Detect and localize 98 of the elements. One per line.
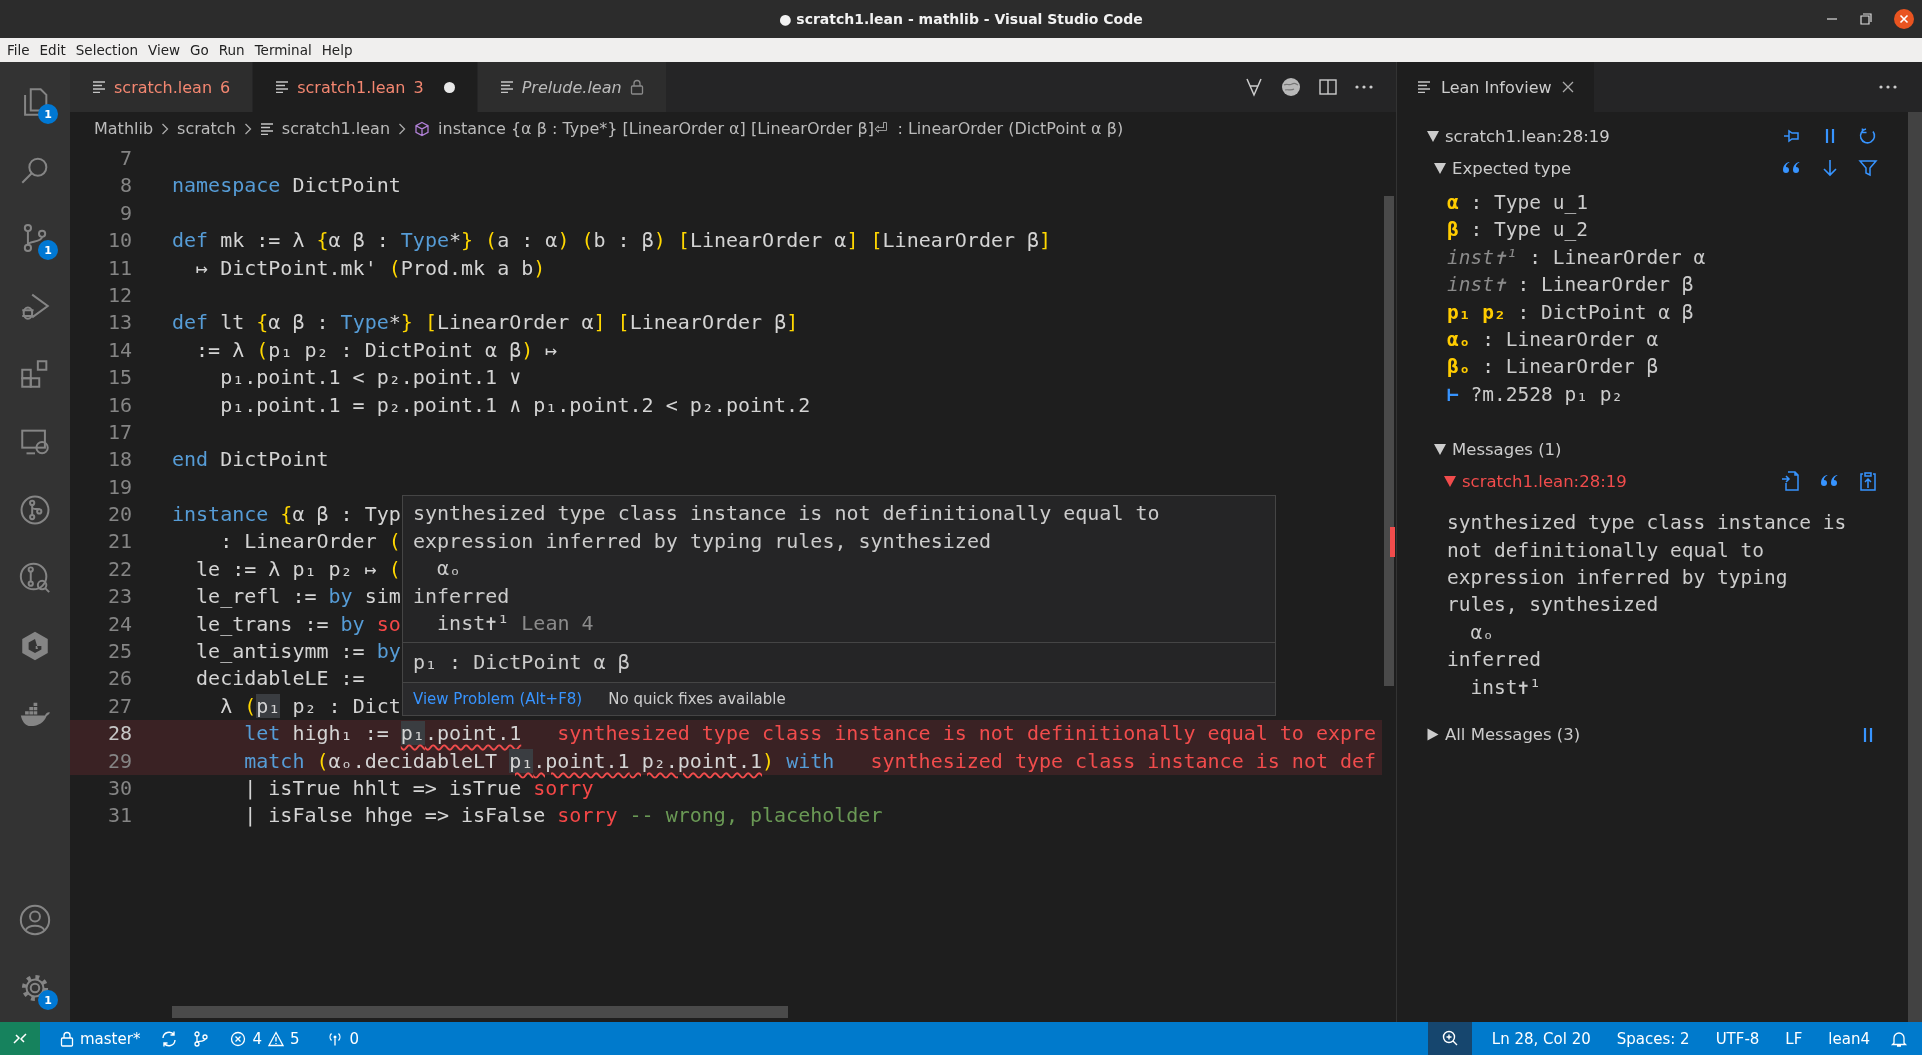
line-number: 17 (106, 418, 132, 446)
error-count: 4 (252, 1029, 262, 1048)
menu-item[interactable]: Terminal (251, 42, 319, 58)
line-number: 26 (106, 665, 132, 693)
problem-count: 6 (220, 77, 231, 97)
code-line: let high₁ := p₁.point.1 (243, 720, 522, 748)
indentation-status[interactable]: Spaces: 2 (1610, 1029, 1696, 1048)
line-number: 28 (106, 720, 132, 748)
code-line: | isFalse hhge => isFalse sorry -- wrong, placeholder (243, 802, 883, 830)
code-line: p₁.point.1 = p₂.point.1 ∧ p₁.point.2 < p₂.point.2 (219, 391, 811, 419)
line-number: 19 (106, 473, 132, 501)
hypothesis: p₁ p₂ : DictPoint α β (1447, 301, 1695, 326)
breadcrumb-item[interactable]: scratch (177, 119, 236, 138)
code-line: def lt {α β : Type*} [LinearOrder α] [LinearOrder β] (172, 309, 799, 337)
hypothesis: αₒ : LinearOrder α (1447, 328, 1660, 353)
line-number: 11 (106, 254, 132, 282)
hypothesis: α : Type u_1 (1447, 192, 1589, 216)
problems-status[interactable]: 4 5 (224, 1029, 306, 1048)
line-number: 10 (106, 227, 132, 255)
hypothesis: inst✝¹ : LinearOrder α (1447, 246, 1707, 271)
breadcrumb-item[interactable]: Mathlib (94, 119, 154, 138)
code-line: namespace DictPoint (172, 172, 401, 200)
line-number: 13 (106, 309, 132, 337)
editor-tab[interactable]: Prelude.lean (477, 62, 667, 112)
code-line: le_antisymm := by (195, 638, 401, 666)
branch-status[interactable]: master* (54, 1029, 147, 1048)
notification-badge: 1 (38, 990, 58, 1010)
ports-count: 0 (349, 1029, 360, 1048)
code-line: : LinearOrder ( (219, 528, 401, 556)
line-number: 14 (106, 336, 132, 364)
section-header[interactable]: Messages (1) (1434, 439, 1562, 459)
quick-fix-note: No quick fixes available (608, 689, 786, 708)
section-header[interactable]: Expected type (1434, 158, 1572, 178)
section-header[interactable]: All Messages (3) (1427, 725, 1581, 745)
menu-item[interactable]: Run (215, 42, 252, 58)
message-location[interactable]: scratch1.lean:28:19 (1444, 471, 1627, 491)
menu-item[interactable]: Help (318, 42, 360, 58)
menu-item[interactable]: Go (187, 42, 216, 58)
goal-location[interactable]: scratch1.lean:28:19 (1427, 126, 1610, 146)
line-number: 29 (106, 747, 132, 775)
code-line: le_trans := by so (195, 610, 401, 638)
message-text: synthesized type class instance is not definitionally equal to expression inferred by typing rules, synthesized αₒ inferred inst✝¹ (1446, 510, 1848, 701)
line-number: 22 (106, 555, 132, 583)
line-ending-status[interactable]: LF (1779, 1029, 1809, 1048)
code-line: le := λ p₁ p₂ ↦ ( (195, 555, 401, 583)
hypothesis: βₒ : LinearOrder β (1447, 356, 1660, 381)
cursor-position[interactable]: Ln 28, Col 20 (1485, 1029, 1597, 1048)
breadcrumb-item[interactable]: scratch1.lean (281, 119, 391, 138)
line-number: 30 (106, 775, 132, 802)
line-number: 24 (106, 610, 132, 638)
window-title: ● scratch1.lean - mathlib - Visual Studio Code (779, 11, 1143, 27)
code-line: instance {α β : Typ (172, 501, 401, 529)
goal-target: ⊢ ?m.2528 p₁ p₂ (1447, 383, 1625, 408)
code-line: end DictPoint (172, 446, 329, 474)
language-mode[interactable]: lean4 (1822, 1029, 1876, 1048)
code-line: p₁.point.1 < p₂.point.1 ∨ (219, 364, 522, 392)
menu-item[interactable]: Selection (72, 42, 145, 58)
notification-badge: 1 (38, 240, 58, 260)
line-number: 7 (118, 145, 132, 172)
inline-error: synthesized type class instance is not definitionally equal to expre (557, 720, 1377, 748)
code-line: decidableLE := (195, 665, 365, 693)
menu-item[interactable]: File (4, 42, 37, 58)
code-line: match (αₒ.decidableLT p₁.point.1 p₂.point.1) with (243, 747, 835, 775)
hypothesis: β : Type u_2 (1447, 219, 1589, 244)
line-number: 16 (106, 391, 132, 419)
ports-status[interactable]: 0 (319, 1029, 366, 1048)
hypothesis: inst✝ : LinearOrder β (1447, 274, 1695, 299)
code-line: ↦ DictPoint.mk' (Prod.mk a b) (195, 254, 546, 282)
line-number: 8 (118, 172, 132, 200)
breadcrumb-item[interactable]: instance {α β : Type*} [LinearOrder α] [LinearOrder β]⏎ : LinearOrder (DictPoint α β) (438, 119, 1124, 138)
code-line: := λ (p₁ p₂ : DictPoint α β) ↦ (195, 336, 558, 364)
line-number: 18 (106, 446, 132, 474)
line-number: 25 (106, 638, 132, 666)
view-problem-link[interactable]: View Problem (Alt+F8) (413, 689, 583, 708)
hover-signature: p₁ : DictPoint α β (403, 641, 1275, 682)
line-number: 12 (106, 281, 132, 309)
code-line: λ (p₁ p₂ : Dict (219, 692, 401, 720)
infoview-tab[interactable]: Lean Infoview (1397, 62, 1594, 112)
notification-badge: 1 (38, 104, 58, 124)
code-line: | isTrue hhlt => isTrue sorry (243, 775, 594, 802)
line-number: 9 (118, 199, 132, 227)
code-line: le_refl := by sim (195, 583, 401, 611)
line-number: 23 (106, 583, 132, 611)
editor-tab[interactable]: scratch.lean 6 (70, 62, 254, 112)
menu-item[interactable]: View (144, 42, 187, 58)
problem-count: 3 (413, 77, 424, 97)
line-number: 21 (106, 528, 132, 556)
inline-error: synthesized type class instance is not def (870, 747, 1377, 775)
encoding-status[interactable]: UTF-8 (1709, 1029, 1766, 1048)
hover-message: synthesized type class instance is not definitionally equal to expression inferred by typing rules, synthesized αₒ inferred inst✝¹ Lean 4 (412, 500, 1161, 637)
warning-count: 5 (289, 1029, 300, 1048)
menu-item[interactable]: Edit (36, 42, 73, 58)
editor-tab[interactable]: scratch1.lean 3 (253, 62, 478, 112)
line-number: 31 (106, 802, 132, 830)
code-line: def mk := λ {α β : Type*} (a : α) (b : β) [LinearOrder α] [LinearOrder β] (172, 227, 1052, 255)
line-number: 27 (106, 692, 132, 720)
line-number: 15 (106, 364, 132, 392)
line-number: 20 (106, 501, 132, 529)
